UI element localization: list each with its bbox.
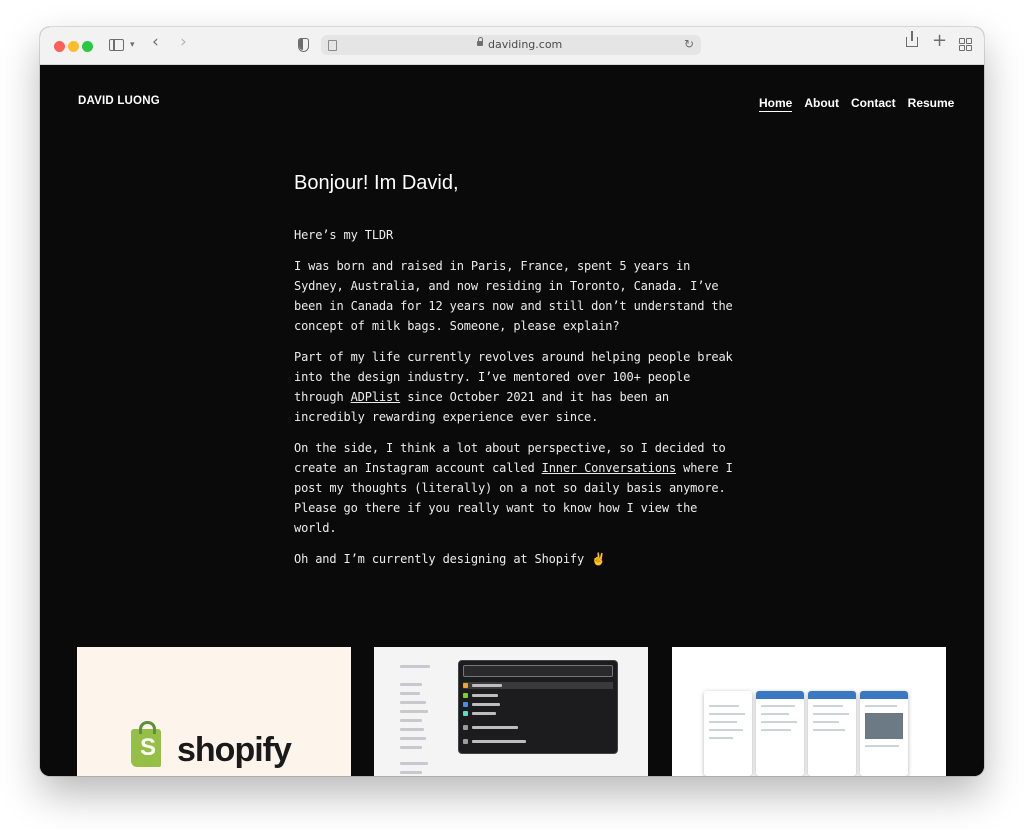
phone-mock [808,691,856,776]
lock-icon [477,37,483,46]
phone-mock [860,691,908,776]
back-icon[interactable]: ‹ [152,34,159,51]
shopify-logo: shopify [177,731,292,769]
reload-icon[interactable]: ↻ [684,37,694,51]
tldr-heading: Here’s my TLDR [294,228,394,242]
shield-icon[interactable] [298,38,309,52]
adplist-link[interactable]: ADPlist [351,390,401,404]
close-window-button[interactable] [54,41,65,52]
phone-mock [756,691,804,776]
phone-mock [704,691,752,776]
minimize-window-button[interactable] [68,41,79,52]
shopify-bag-icon: S [131,721,161,767]
instagram-paragraph: On the side, I think a lot about perspec… [294,438,734,538]
browser-toolbar: ▾ ‹ › daviding.com ↻ + [40,27,984,65]
shopify-admin-card[interactable] [374,647,648,776]
shopify-card[interactable]: S shopify [77,647,351,776]
nav-home[interactable]: Home [759,96,793,112]
sidebar-icon[interactable] [109,39,124,51]
plus-icon[interactable]: + [932,32,947,50]
tab-grid-icon[interactable] [959,38,972,51]
main-nav: Home About Contact Resume [759,96,954,112]
nav-contact[interactable]: Contact [851,96,896,110]
zoom-window-button[interactable] [82,41,93,52]
nav-about[interactable]: About [804,96,839,110]
share-icon[interactable] [906,31,918,47]
web-page: DAVID LUONG Home About Contact Resume Bonjo… [40,65,984,776]
search-dialog-mock [458,660,618,754]
site-brand[interactable]: DAVID LUONG [78,95,160,107]
address-bar[interactable]: daviding.com ↻ [321,35,701,55]
shopify-paragraph: Oh and I’m currently designing at Shopif… [294,552,606,566]
page-title: Bonjour! Im David, [294,172,459,194]
browser-window: ▾ ‹ › daviding.com ↻ + DAVID LUONG Home A… [40,27,984,776]
inner-conversations-link[interactable]: Inner Conversations [542,461,677,475]
url-text[interactable]: daviding.com [488,38,562,51]
intro-section: Bonjour! Im David, Here’s my TLDR I was … [294,172,734,580]
mobile-app-card[interactable] [672,647,946,776]
nav-resume[interactable]: Resume [908,96,955,110]
project-cards: S shopify [77,647,947,776]
forward-icon[interactable]: › [180,34,187,51]
chevron-down-icon[interactable]: ▾ [130,38,135,52]
mentoring-paragraph: Part of my life currently revolves aroun… [294,347,734,427]
page-icon [328,40,337,51]
admin-sidebar-mock [390,661,460,776]
bio-paragraph: I was born and raised in Paris, France, … [294,259,733,333]
